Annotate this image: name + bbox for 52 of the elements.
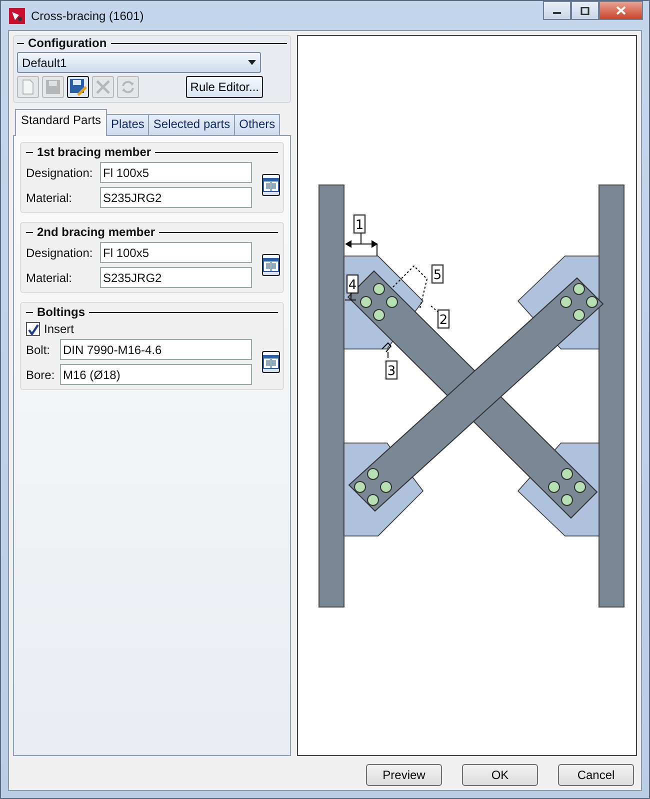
tab[interactable]: Plates (106, 114, 150, 135)
checkbox-label: Insert (44, 322, 74, 336)
text-field[interactable]: M16 (Ø18) (60, 364, 252, 385)
field-label: Bore: (26, 368, 56, 382)
checkbox[interactable] (26, 322, 40, 336)
floppy-pencil-icon (69, 78, 87, 96)
field-label: Material: (26, 270, 74, 284)
dimension-label: 4 (348, 278, 357, 293)
field-label: Material: (26, 190, 74, 204)
dialog-button[interactable]: Preview (366, 764, 442, 786)
tab[interactable]: Standard Parts (15, 109, 108, 136)
dialog-button[interactable]: Cancel (558, 764, 634, 786)
text-field[interactable]: Fl 100x5 (100, 242, 252, 263)
close-button[interactable] (599, 1, 643, 20)
catalog-button[interactable] (262, 254, 280, 276)
window-title: Cross-bracing (1601) (31, 8, 144, 22)
catalog-button[interactable] (262, 351, 280, 373)
tab[interactable]: Others (234, 114, 280, 135)
dimension-label: 2 (439, 313, 448, 328)
dialog-button[interactable]: OK (462, 764, 538, 786)
text-field[interactable]: DIN 7990-M16-4.6 (60, 339, 252, 360)
maximize-button[interactable] (571, 1, 599, 20)
group-title: 1st bracing member (37, 145, 152, 159)
dimension-label: 1 (355, 218, 364, 233)
app-icon (9, 8, 25, 24)
group-title: 2nd bracing member (37, 225, 156, 239)
catalog-icon (263, 178, 279, 192)
text-field[interactable]: Fl 100x5 (100, 162, 252, 183)
minimize-button[interactable] (543, 1, 571, 20)
field-label: Designation: (26, 246, 94, 260)
delete-icon (96, 80, 110, 94)
close-icon (616, 6, 626, 15)
text-field[interactable]: S235JRG2 (100, 187, 252, 208)
dimension-label: 3 (387, 364, 396, 379)
dimension-line (382, 342, 392, 358)
refresh-icon (121, 80, 135, 94)
catalog-icon (263, 258, 279, 272)
configuration-dropdown[interactable]: Default1 (17, 52, 261, 73)
group-title: Configuration (28, 36, 107, 50)
maximize-icon (580, 6, 590, 14)
catalog-icon (263, 355, 279, 369)
field-label: Bolt: (26, 342, 52, 356)
catalog-button[interactable] (262, 174, 280, 196)
field-label: Designation: (26, 166, 94, 180)
group-title: Boltings (37, 305, 85, 319)
tab[interactable]: Selected parts (148, 114, 236, 135)
rule-editor-button[interactable]: Rule Editor... (186, 76, 263, 98)
save-as-button[interactable] (67, 76, 89, 98)
document-icon (21, 79, 35, 95)
text-field[interactable]: S235JRG2 (100, 267, 252, 288)
caret-icon (248, 60, 256, 65)
dimension-label: 5 (433, 268, 442, 283)
